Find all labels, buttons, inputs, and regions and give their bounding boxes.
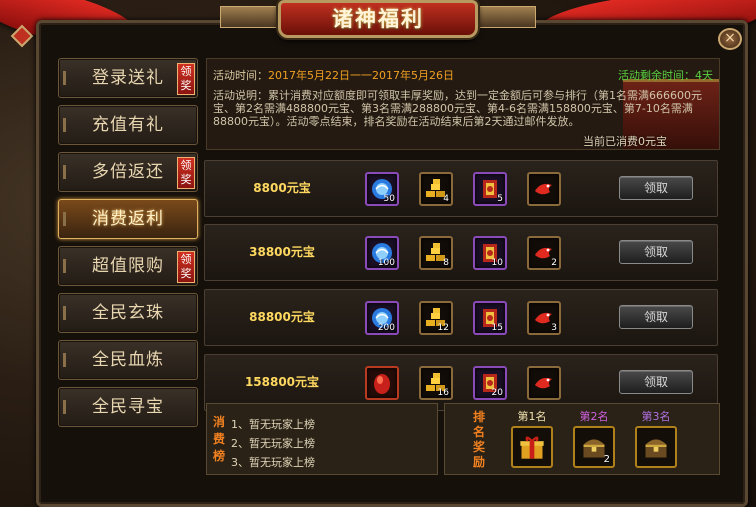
rank-reward-title: 排名奖励 (473, 410, 486, 469)
claim-button[interactable]: 领取 (619, 370, 693, 394)
rank-reward-slot[interactable]: 2 (573, 426, 615, 468)
item-count: 200 (377, 323, 395, 333)
reward-threshold: 88800元宝 (249, 310, 315, 324)
item-count: 4 (443, 194, 449, 204)
claim-badge: 领奖 (177, 251, 195, 283)
title-wing-right (476, 6, 536, 28)
item-count: 100 (377, 258, 395, 268)
ranking-panel: 消费榜 1、暂无玩家上榜 2、暂无玩家上榜 3、暂无玩家上榜 (206, 403, 438, 475)
sidebar-item-label: 全民玄珠 (92, 303, 164, 323)
event-time-label: 活动时间： (213, 69, 268, 82)
sidebar-item[interactable]: 多倍返还 领奖 (58, 152, 198, 192)
item-count: 5 (497, 194, 503, 204)
item-count: 3 (551, 323, 557, 333)
reward-item-slot[interactable]: 10 (473, 236, 507, 270)
red-bird-icon (532, 177, 556, 201)
reward-item-slot[interactable]: 3 (527, 301, 561, 335)
reward-item-slot[interactable]: 16 (419, 366, 453, 400)
sidebar-item-label: 全民寻宝 (92, 397, 164, 417)
ranking-entry: 1、暂无玩家上榜 (231, 418, 315, 431)
claim-button[interactable]: 领取 (619, 305, 693, 329)
claim-button[interactable]: 领取 (619, 240, 693, 264)
claim-button[interactable]: 领取 (619, 176, 693, 200)
item-count: 2 (603, 454, 610, 465)
item-count: 12 (437, 323, 449, 333)
claim-badge: 领奖 (177, 157, 195, 189)
remaining-time: 活动剩余时间：4天 (618, 69, 713, 82)
sidebar-item-label: 全民血炼 (92, 350, 164, 370)
close-icon: × (724, 30, 736, 46)
window-title-plate: 诸神福利 (278, 0, 478, 38)
game-screen: 诸神福利 × 登录送礼 领奖充值有礼多倍返还 领奖消费返利超值限购 领奖全民玄珠全民血… (0, 0, 756, 507)
claim-badge: 领奖 (177, 63, 195, 95)
sidebar-item[interactable]: 消费返利 (58, 199, 198, 239)
reward-item-slot[interactable]: 4 (419, 172, 453, 206)
reward-item-slot[interactable]: 8 (419, 236, 453, 270)
item-count: 20 (491, 388, 503, 398)
reward-item-slot[interactable] (365, 366, 399, 400)
sidebar-item[interactable]: 全民玄珠 (58, 293, 198, 333)
sidebar-item[interactable]: 全民寻宝 (58, 387, 198, 427)
red-bird-icon (532, 371, 556, 395)
sidebar-item[interactable]: 全民血炼 (58, 340, 198, 380)
reward-item-slot[interactable] (527, 172, 561, 206)
reward-item-slot[interactable]: 100 (365, 236, 399, 270)
sidebar-item[interactable]: 充值有礼 (58, 105, 198, 145)
ranking-entry: 3、暂无玩家上榜 (231, 456, 315, 469)
item-count: 16 (437, 388, 449, 398)
reward-item-slot[interactable]: 50 (365, 172, 399, 206)
item-count: 10 (491, 258, 503, 268)
reward-row: 38800元宝 100 8 10 2 领取 (204, 224, 718, 281)
sidebar-item-label: 充值有礼 (92, 115, 164, 135)
item-count: 50 (383, 194, 395, 204)
treasure-chest-icon (642, 433, 670, 461)
gift-box-icon (518, 433, 546, 461)
reward-item-slot[interactable]: 200 (365, 301, 399, 335)
red-egg-icon (370, 371, 394, 395)
reward-item-slot[interactable] (527, 366, 561, 400)
event-info-panel: 活动时间：2017年5月22日一一2017年5月26日 活动剩余时间：4天 活动… (206, 58, 720, 150)
reward-threshold: 8800元宝 (253, 181, 311, 195)
reward-item-slot[interactable]: 12 (419, 301, 453, 335)
reward-row: 88800元宝 200 12 15 3 领取 (204, 289, 718, 346)
reward-row: 8800元宝 50 4 5 领取 (204, 160, 718, 217)
reward-item-slot[interactable]: 20 (473, 366, 507, 400)
reward-item-slot[interactable]: 15 (473, 301, 507, 335)
rank-place-label: 第1名 (517, 410, 547, 423)
current-spent: 当前已消费0元宝 (583, 135, 667, 148)
event-description: 活动说明：累计消费对应额度即可领取丰厚奖励，达到一定金额后可参与排行（第1名需满… (213, 89, 702, 128)
rank-place-label: 第3名 (641, 410, 671, 423)
title-wing-left (220, 6, 280, 28)
reward-item-slot[interactable]: 5 (473, 172, 507, 206)
event-time-value: 2017年5月22日一一2017年5月26日 (268, 69, 454, 82)
reward-item-slot[interactable]: 2 (527, 236, 561, 270)
sidebar-item[interactable]: 超值限购 领奖 (58, 246, 198, 286)
rank-reward-panel: 排名奖励 第1名 第2名 2 第3名 (444, 403, 720, 475)
sidebar: 登录送礼 领奖充值有礼多倍返还 领奖消费返利超值限购 领奖全民玄珠全民血炼全民寻宝 (58, 58, 200, 493)
event-time: 活动时间：2017年5月22日一一2017年5月26日 (213, 67, 454, 83)
reward-threshold: 38800元宝 (249, 245, 315, 259)
reward-threshold: 158800元宝 (244, 375, 320, 389)
item-count: 2 (551, 258, 557, 268)
rank-reward-slot[interactable] (635, 426, 677, 468)
sidebar-item[interactable]: 登录送礼 领奖 (58, 58, 198, 98)
window-title: 诸神福利 (332, 7, 424, 31)
ranking-title: 消费榜 (213, 415, 226, 463)
rank-reward-slot[interactable] (511, 426, 553, 468)
item-count: 15 (491, 323, 503, 333)
close-button[interactable]: × (718, 28, 742, 50)
item-count: 8 (443, 258, 449, 268)
sidebar-item-label: 消费返利 (92, 209, 164, 229)
rank-place-label: 第2名 (579, 410, 609, 423)
ranking-entry: 2、暂无玩家上榜 (231, 437, 315, 450)
